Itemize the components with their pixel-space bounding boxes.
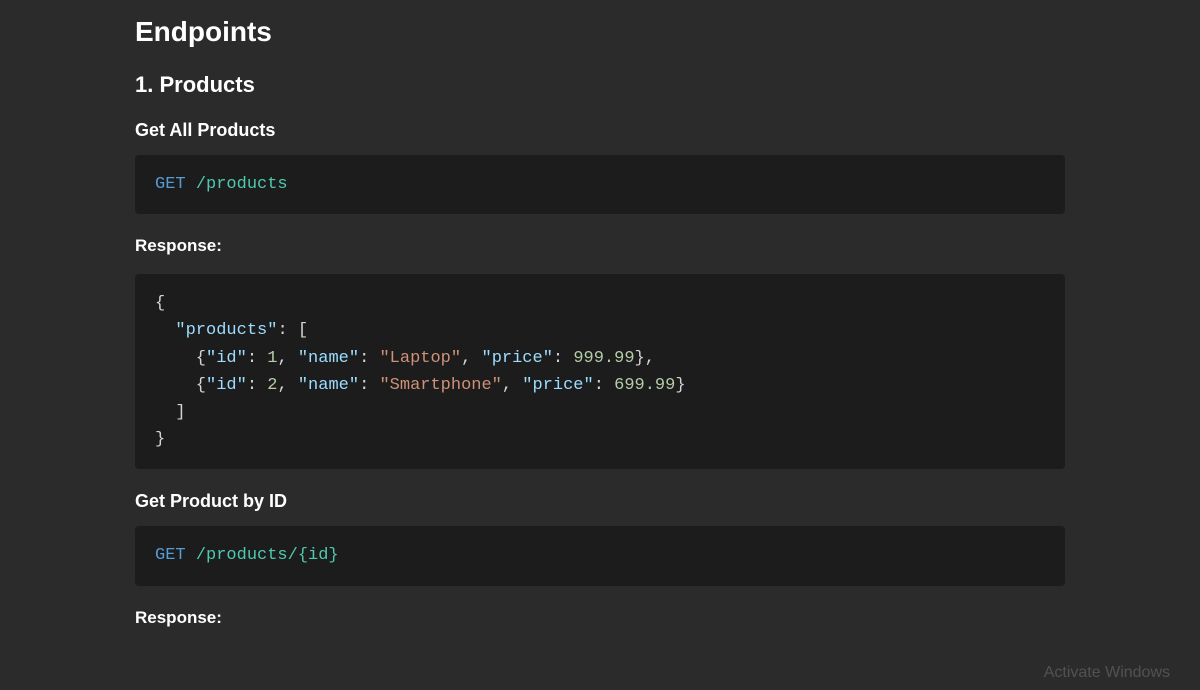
http-method: GET <box>155 546 186 565</box>
code-token <box>155 321 175 340</box>
code-token: "price" <box>482 349 553 368</box>
doc-content: Endpoints 1. Products Get All Products G… <box>0 0 1200 628</box>
http-path: /products <box>196 175 288 194</box>
code-token: : [ <box>277 321 308 340</box>
code-token: } <box>155 430 165 449</box>
code-token: 1 <box>267 349 277 368</box>
request-code-get-by-id[interactable]: GET /products/{id} <box>135 526 1065 585</box>
code-token: : <box>594 376 614 395</box>
code-token: , <box>502 376 522 395</box>
code-token: , <box>461 349 481 368</box>
code-token: , <box>277 376 297 395</box>
endpoint-title-get-all: Get All Products <box>135 120 1065 141</box>
response-code-get-all[interactable]: { "products": [ {"id": 1, "name": "Lapto… <box>135 274 1065 469</box>
endpoint-title-get-by-id: Get Product by ID <box>135 491 1065 512</box>
activate-windows-watermark: Activate Windows <box>1044 664 1170 682</box>
subsection-title: 1. Products <box>135 72 1065 98</box>
code-token: } <box>675 376 685 395</box>
code-token: "price" <box>522 376 593 395</box>
code-token: { <box>155 349 206 368</box>
section-title: Endpoints <box>135 16 1065 48</box>
response-label: Response: <box>135 236 1065 256</box>
code-token: : <box>359 376 379 395</box>
code-token: : <box>247 349 267 368</box>
code-token: "id" <box>206 349 247 368</box>
code-token: }, <box>635 349 655 368</box>
request-code-get-all[interactable]: GET /products <box>135 155 1065 214</box>
http-path: /products/{id} <box>196 546 339 565</box>
code-token: : <box>359 349 379 368</box>
code-token: 2 <box>267 376 277 395</box>
response-label-2: Response: <box>135 608 1065 628</box>
code-token: , <box>277 349 297 368</box>
code-token: { <box>155 376 206 395</box>
code-token: "Laptop" <box>379 349 461 368</box>
code-token: 999.99 <box>573 349 634 368</box>
code-token: : <box>247 376 267 395</box>
http-method: GET <box>155 175 186 194</box>
code-token: : <box>553 349 573 368</box>
code-token: 699.99 <box>614 376 675 395</box>
code-token: "name" <box>298 349 359 368</box>
code-token: "name" <box>298 376 359 395</box>
code-token: { <box>155 294 165 313</box>
code-token: "products" <box>175 321 277 340</box>
code-token: "Smartphone" <box>379 376 501 395</box>
code-token: ] <box>155 403 186 422</box>
code-token: "id" <box>206 376 247 395</box>
